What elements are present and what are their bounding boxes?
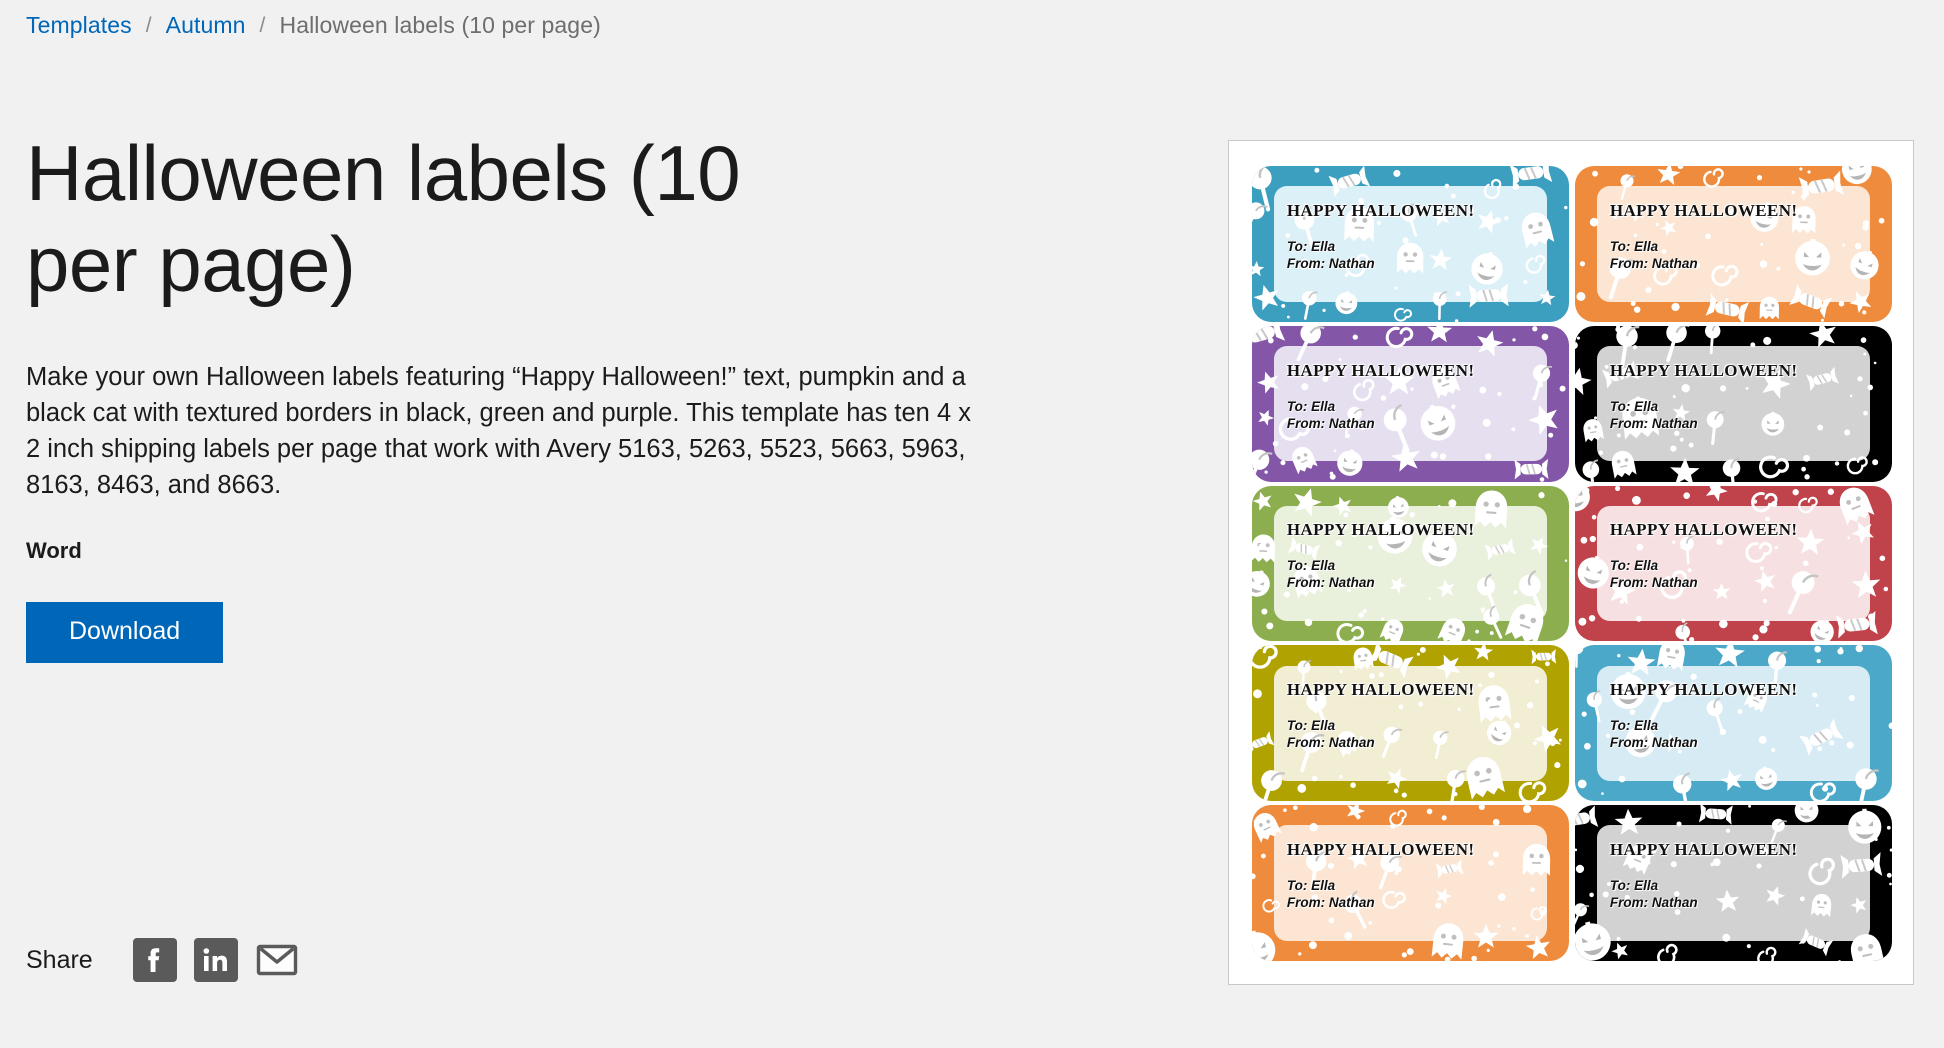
label-text-block: HAPPY HALLOWEEN! To: Ella From: Nathan <box>1575 326 1892 482</box>
label-text-block: HAPPY HALLOWEEN! To: Ella From: Nathan <box>1252 805 1569 961</box>
label-address: To: Ella From: Nathan <box>1609 718 1698 751</box>
label-text-block: HAPPY HALLOWEEN! To: Ella From: Nathan <box>1252 166 1569 322</box>
label-preview-item: HAPPY HALLOWEEN! To: Ella From: Nathan <box>1575 485 1892 642</box>
breadcrumb-item-templates[interactable]: Templates <box>26 12 132 39</box>
breadcrumb-separator-1: / <box>145 13 152 37</box>
label-heading: HAPPY HALLOWEEN! <box>1286 680 1475 700</box>
file-format-label: Word <box>26 538 82 564</box>
template-preview-panel[interactable]: HAPPY HALLOWEEN! To: Ella From: Nathan H… <box>1228 140 1914 985</box>
template-detail-panel: Halloween labels (10 per page) Make your… <box>26 128 986 664</box>
label-preview-item: HAPPY HALLOWEEN! To: Ella From: Nathan <box>1252 805 1569 961</box>
label-address: To: Ella From: Nathan <box>1609 238 1698 271</box>
label-heading: HAPPY HALLOWEEN! <box>1286 360 1475 380</box>
label-preview-item: HAPPY HALLOWEEN! To: Ella From: Nathan <box>1252 485 1569 642</box>
label-text-block: HAPPY HALLOWEEN! To: Ella From: Nathan <box>1252 486 1569 642</box>
label-heading: HAPPY HALLOWEEN! <box>1609 680 1798 700</box>
label-address: To: Ella From: Nathan <box>1286 398 1375 431</box>
label-address: To: Ella From: Nathan <box>1286 558 1375 591</box>
label-heading: HAPPY HALLOWEEN! <box>1286 520 1475 540</box>
share-section: Share <box>26 938 316 982</box>
label-text-block: HAPPY HALLOWEEN! To: Ella From: Nathan <box>1252 645 1569 801</box>
label-text-block: HAPPY HALLOWEEN! To: Ella From: Nathan <box>1575 805 1892 961</box>
label-preview-item: HAPPY HALLOWEEN! To: Ella From: Nathan <box>1252 166 1569 322</box>
label-preview-item: HAPPY HALLOWEEN! To: Ella From: Nathan <box>1252 645 1569 802</box>
breadcrumb-separator-2: / <box>259 13 266 37</box>
email-icon[interactable] <box>255 938 316 982</box>
label-text-block: HAPPY HALLOWEEN! To: Ella From: Nathan <box>1575 166 1892 322</box>
label-preview-item: HAPPY HALLOWEEN! To: Ella From: Nathan <box>1575 645 1892 802</box>
label-address: To: Ella From: Nathan <box>1609 398 1698 431</box>
label-address: To: Ella From: Nathan <box>1609 558 1698 591</box>
breadcrumb-item-autumn[interactable]: Autumn <box>166 12 246 39</box>
label-address: To: Ella From: Nathan <box>1286 238 1375 271</box>
label-heading: HAPPY HALLOWEEN! <box>1286 200 1475 220</box>
label-heading: HAPPY HALLOWEEN! <box>1609 200 1798 220</box>
label-heading: HAPPY HALLOWEEN! <box>1609 840 1798 860</box>
label-sheet: HAPPY HALLOWEEN! To: Ella From: Nathan H… <box>1252 166 1892 961</box>
label-text-block: HAPPY HALLOWEEN! To: Ella From: Nathan <box>1252 326 1569 482</box>
label-preview-item: HAPPY HALLOWEEN! To: Ella From: Nathan <box>1575 166 1892 322</box>
label-heading: HAPPY HALLOWEEN! <box>1609 520 1798 540</box>
label-preview-item: HAPPY HALLOWEEN! To: Ella From: Nathan <box>1575 805 1892 961</box>
linkedin-icon[interactable] <box>193 938 255 982</box>
label-address: To: Ella From: Nathan <box>1286 878 1375 911</box>
facebook-icon[interactable] <box>132 938 194 982</box>
label-text-block: HAPPY HALLOWEEN! To: Ella From: Nathan <box>1575 645 1892 801</box>
label-address: To: Ella From: Nathan <box>1286 718 1375 751</box>
page-title: Halloween labels (10 per page) <box>26 129 741 309</box>
breadcrumb: Templates / Autumn / Halloween labels (1… <box>26 12 601 39</box>
label-preview-item: HAPPY HALLOWEEN! To: Ella From: Nathan <box>1575 325 1892 482</box>
download-button[interactable]: Download <box>26 602 224 664</box>
share-label: Share <box>26 945 93 974</box>
label-text-block: HAPPY HALLOWEEN! To: Ella From: Nathan <box>1575 486 1892 642</box>
breadcrumb-item-current: Halloween labels (10 per page) <box>279 12 601 38</box>
label-address: To: Ella From: Nathan <box>1609 878 1698 911</box>
label-preview-item: HAPPY HALLOWEEN! To: Ella From: Nathan <box>1252 325 1569 482</box>
label-heading: HAPPY HALLOWEEN! <box>1609 360 1798 380</box>
template-description: Make your own Halloween labels featuring… <box>26 362 971 500</box>
label-heading: HAPPY HALLOWEEN! <box>1286 840 1475 860</box>
